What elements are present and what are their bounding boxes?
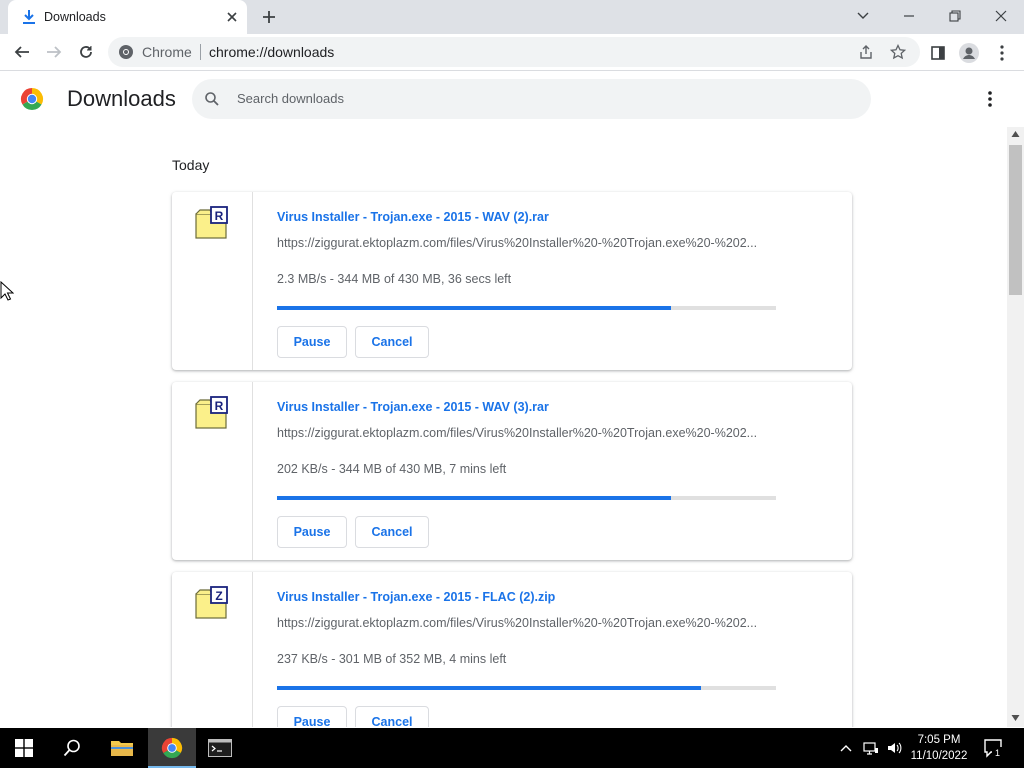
chrome-menu-icon[interactable] — [992, 43, 1012, 63]
side-panel-icon[interactable] — [928, 43, 948, 63]
share-icon[interactable] — [858, 44, 874, 60]
chrome-icon — [161, 737, 183, 759]
volume-icon[interactable] — [886, 740, 902, 756]
new-tab-plus-icon[interactable] — [261, 9, 277, 25]
file-source-url[interactable]: https://ziggurat.ektoplazm.com/files/Vir… — [277, 616, 777, 630]
tab-close-icon[interactable] — [225, 10, 239, 24]
chevron-up-icon[interactable] — [838, 740, 854, 756]
search-icon — [205, 92, 219, 106]
folder-icon — [111, 741, 133, 756]
notification-count: 1 — [995, 748, 1000, 758]
file-explorer-button[interactable] — [98, 728, 146, 768]
download-status: 2.3 MB/s - 344 MB of 430 MB, 36 secs lef… — [277, 272, 512, 286]
forward-arrow-icon[interactable] — [44, 42, 64, 62]
download-progress-fill — [277, 306, 672, 310]
minimize-icon[interactable] — [898, 6, 920, 26]
downloads-header: Downloads Search downloads — [0, 71, 1024, 127]
taskbar-search-button[interactable] — [48, 728, 96, 768]
search-downloads-input[interactable]: Search downloads — [192, 79, 871, 119]
url-text[interactable]: chrome://downloads — [209, 44, 334, 60]
bookmark-star-icon[interactable] — [890, 44, 906, 60]
tab-title: Downloads — [44, 10, 106, 24]
address-bar[interactable]: Chrome chrome://downloads — [108, 37, 920, 67]
clock-date: 11/10/2022 — [910, 750, 968, 762]
chrome-logo-icon — [20, 88, 44, 111]
scroll-up-arrow-icon[interactable] — [1011, 130, 1020, 138]
file-icon-column: Z — [172, 572, 253, 727]
download-progress-fill — [277, 496, 672, 500]
file-icon-column: R — [172, 382, 253, 560]
download-item: R Virus Installer - Trojan.exe - 2015 - … — [172, 382, 852, 560]
restore-icon[interactable] — [944, 6, 966, 26]
windows-taskbar: 7:05 PM 11/10/2022 1 — [0, 728, 1024, 768]
downloads-menu-icon[interactable] — [982, 89, 998, 109]
download-progress-bar — [277, 306, 776, 310]
download-status: 237 KB/s - 301 MB of 352 MB, 4 mins left — [277, 652, 507, 666]
file-source-url[interactable]: https://ziggurat.ektoplazm.com/files/Vir… — [277, 236, 777, 250]
zip-archive-icon[interactable]: Z — [194, 586, 230, 620]
windows-logo-icon — [15, 739, 33, 757]
download-progress-bar — [277, 686, 776, 690]
file-source-url[interactable]: https://ziggurat.ektoplazm.com/files/Vir… — [277, 426, 777, 440]
site-label: Chrome — [142, 44, 192, 60]
close-icon[interactable] — [990, 6, 1012, 26]
download-item: R Virus Installer - Trojan.exe - 2015 - … — [172, 192, 852, 370]
download-progress-bar — [277, 496, 776, 500]
download-status: 202 KB/s - 344 MB of 430 MB, 7 mins left — [277, 462, 507, 476]
chrome-taskbar-button[interactable] — [148, 728, 196, 768]
back-arrow-icon[interactable] — [12, 42, 32, 62]
archive-letter: R — [215, 399, 224, 413]
download-progress-fill — [277, 686, 702, 690]
pause-button[interactable]: Pause — [277, 516, 347, 548]
date-section-label: Today — [172, 157, 210, 173]
archive-letter: R — [215, 209, 224, 223]
file-name-link[interactable]: Virus Installer - Trojan.exe - 2015 - WA… — [277, 400, 549, 414]
archive-letter: Z — [215, 589, 222, 603]
cancel-button[interactable]: Cancel — [355, 706, 429, 727]
tab-downloads[interactable]: Downloads — [8, 0, 247, 34]
mouse-cursor-icon — [0, 281, 14, 301]
tab-strip: Downloads — [0, 0, 1024, 34]
notification-center-icon[interactable]: 1 — [983, 738, 1003, 758]
rar-archive-icon[interactable]: R — [194, 396, 230, 430]
downloads-list: Today R Virus Installer - Trojan.exe - 2… — [0, 127, 1007, 727]
system-clock[interactable]: 7:05 PM 11/10/2022 — [906, 732, 972, 764]
cancel-button[interactable]: Cancel — [355, 516, 429, 548]
download-item: Z Virus Installer - Trojan.exe - 2015 - … — [172, 572, 852, 727]
reload-icon[interactable] — [76, 42, 96, 62]
download-icon — [23, 10, 35, 24]
network-icon[interactable] — [863, 740, 879, 756]
terminal-taskbar-button[interactable] — [196, 728, 244, 768]
cancel-button[interactable]: Cancel — [355, 326, 429, 358]
profile-avatar-icon[interactable] — [959, 43, 979, 63]
pause-button[interactable]: Pause — [277, 706, 347, 727]
file-icon-column: R — [172, 192, 253, 370]
omnibox-separator — [200, 44, 201, 60]
scroll-down-arrow-icon[interactable] — [1011, 714, 1020, 722]
search-icon — [63, 739, 80, 757]
file-name-link[interactable]: Virus Installer - Trojan.exe - 2015 - WA… — [277, 210, 549, 224]
rar-archive-icon[interactable]: R — [194, 206, 230, 240]
page-title: Downloads — [67, 86, 176, 111]
start-button[interactable] — [0, 728, 48, 768]
scroll-thumb[interactable] — [1009, 145, 1022, 295]
clock-time: 7:05 PM — [917, 734, 961, 746]
browser-toolbar: Chrome chrome://downloads — [0, 34, 1024, 71]
terminal-icon — [208, 739, 232, 757]
file-name-link[interactable]: Virus Installer - Trojan.exe - 2015 - FL… — [277, 590, 555, 604]
chrome-site-icon — [119, 45, 133, 59]
tab-search-chevron-icon[interactable] — [852, 6, 874, 26]
search-placeholder: Search downloads — [237, 91, 344, 106]
vertical-scrollbar[interactable] — [1007, 127, 1024, 727]
pause-button[interactable]: Pause — [277, 326, 347, 358]
